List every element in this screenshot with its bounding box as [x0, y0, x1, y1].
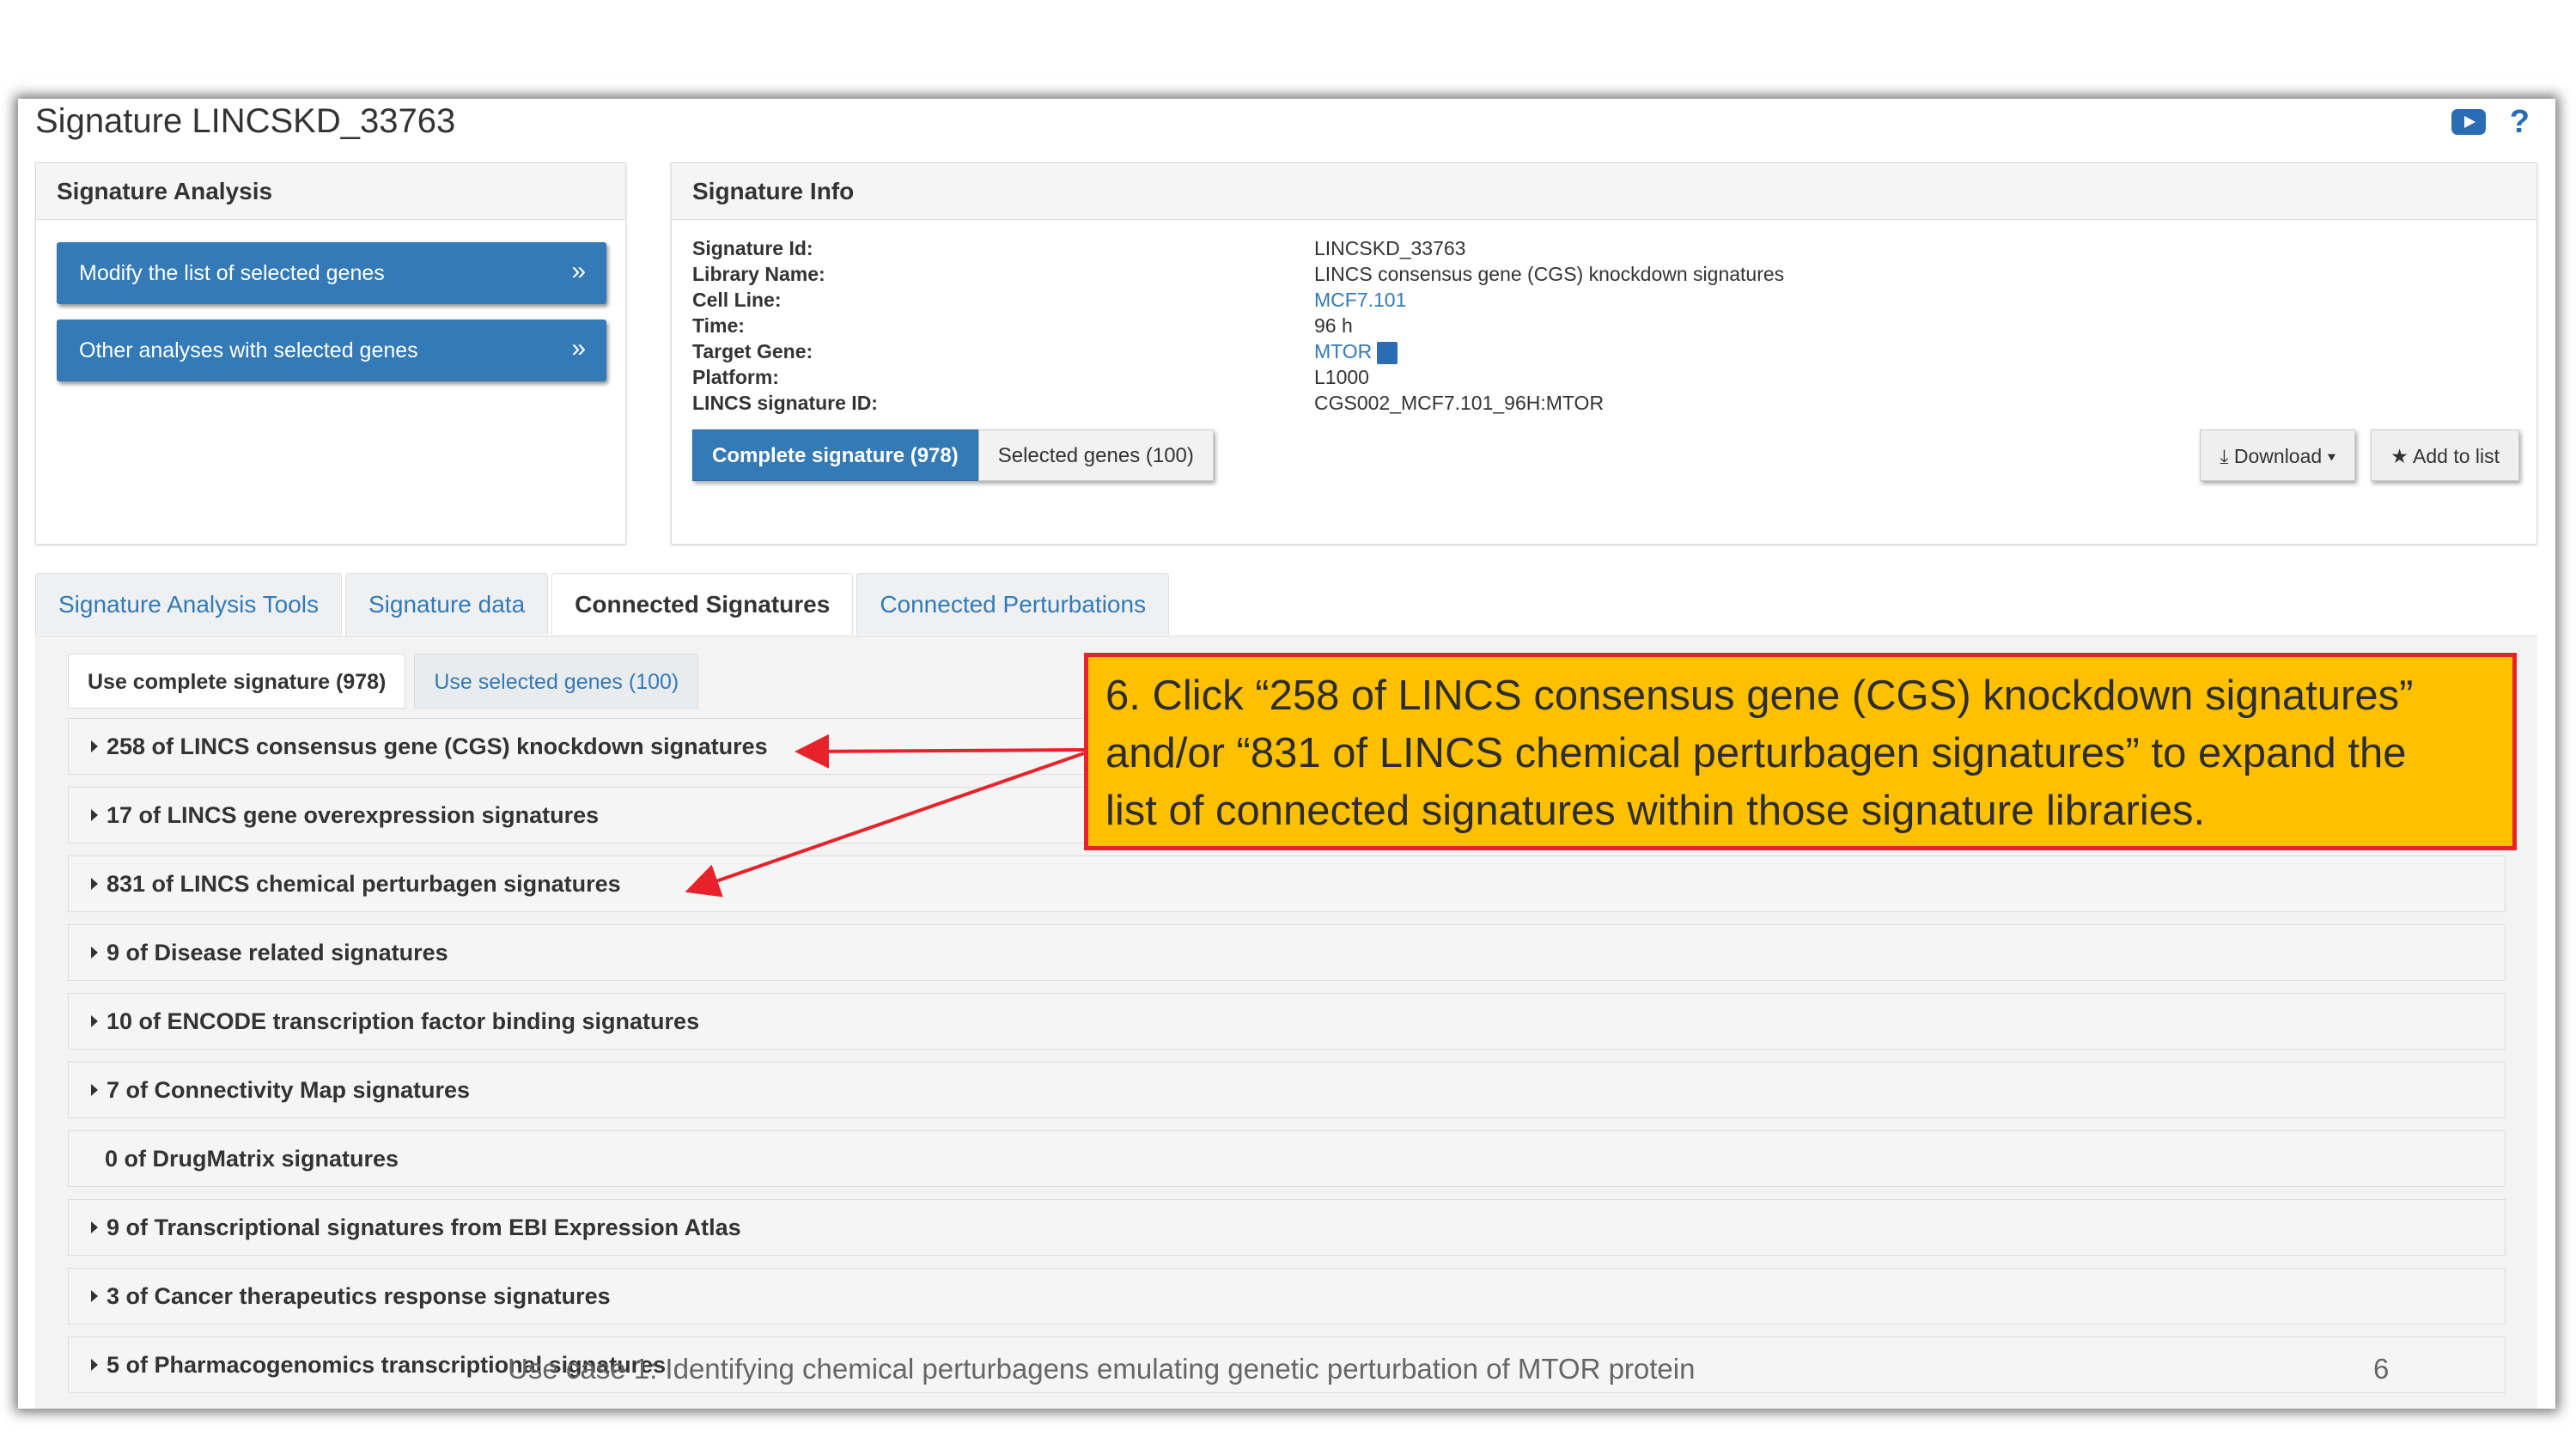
action-buttons: ⤓ Download ▾ ★ Add to list [2200, 429, 2519, 481]
cell-line-link[interactable]: MCF7.101 [1314, 287, 1406, 313]
callout-line: list of connected signatures within thos… [1105, 788, 2206, 834]
signature-analysis-panel: Signature Analysis Modify the list of se… [35, 162, 626, 545]
info-value: L1000 [1314, 366, 1369, 388]
info-row-library-name: Library Name: LINCS consensus gene (CGS)… [692, 261, 1784, 287]
info-row-signature-id: Signature Id: LINCSKD_33763 [692, 235, 1784, 261]
info-label: Target Gene: [692, 340, 813, 362]
info-row-cell-line: Cell Line: MCF7.101 [692, 287, 1784, 313]
info-label: Cell Line: [692, 289, 782, 311]
info-value: CGS002_MCF7.101_96H:MTOR [1314, 392, 1605, 414]
row-label: 9 of Transcriptional signatures from EBI… [107, 1215, 741, 1240]
signature-toggle: Complete signature (978) Selected genes … [692, 429, 1214, 481]
page-title: Signature LINCSKD_33763 [35, 102, 456, 140]
download-button[interactable]: ⤓ Download ▾ [2200, 429, 2356, 481]
info-label: Time: [692, 314, 745, 337]
row-label: 3 of Cancer therapeutics response signat… [107, 1283, 611, 1309]
tab-connected-perturbations[interactable]: Connected Perturbations [856, 573, 1170, 635]
add-to-list-label: Add to list [2413, 445, 2500, 467]
signature-info-heading: Signature Info [672, 163, 2536, 220]
target-gene-link[interactable]: MTOR [1314, 340, 1372, 362]
info-label: Platform: [692, 366, 779, 388]
slide-caption: Use case 1: Identifying chemical perturb… [508, 1353, 1696, 1385]
tab-signature-data[interactable]: Signature data [345, 573, 549, 635]
row-label: 7 of Connectivity Map signatures [107, 1077, 471, 1103]
signature-info-panel: Signature Info Signature Id: LINCSKD_337… [671, 162, 2537, 545]
complete-signature-toggle[interactable]: Complete signature (978) [692, 429, 978, 481]
callout-line: and/or “831 of LINCS chemical perturbage… [1105, 730, 2407, 776]
info-value-wrap: MTOR [1314, 338, 1398, 364]
row-label: 10 of ENCODE transcription factor bindin… [107, 1008, 700, 1034]
instruction-callout: 6. Click “258 of LINCS consensus gene (C… [1084, 653, 2517, 850]
download-label: Download [2233, 445, 2323, 467]
signature-library-row[interactable]: 10 of ENCODE transcription factor bindin… [68, 993, 2506, 1050]
button-label: Modify the list of selected genes [79, 261, 385, 285]
info-label: Signature Id: [692, 237, 813, 259]
sub-tabs: Use complete signature (978) Use selecte… [68, 654, 699, 709]
signature-library-row[interactable]: 9 of Disease related signatures [68, 924, 2506, 981]
signature-library-row[interactable]: 831 of LINCS chemical perturbagen signat… [68, 855, 2506, 912]
chevron-double-right-icon: » [571, 334, 586, 362]
info-value: LINCS consensus gene (CGS) knockdown sig… [1314, 263, 1785, 285]
signature-library-row[interactable]: 9 of Transcriptional signatures from EBI… [68, 1199, 2506, 1256]
download-icon: ⤓ [2220, 445, 2229, 467]
help-icon[interactable]: ? [2510, 106, 2530, 138]
row-label: 17 of LINCS gene overexpression signatur… [107, 802, 600, 828]
info-row-lincs-signature-id: LINCS signature ID: CGS002_MCF7.101_96H:… [692, 390, 1784, 416]
row-label: 258 of LINCS consensus gene (CGS) knockd… [107, 734, 768, 759]
row-label: 9 of Disease related signatures [107, 940, 448, 965]
caret-right-icon [91, 1290, 98, 1302]
selected-genes-toggle[interactable]: Selected genes (100) [977, 429, 1214, 481]
info-row-time: Time: 96 h [692, 313, 1784, 338]
add-to-list-button[interactable]: ★ Add to list [2371, 429, 2519, 481]
info-label: LINCS signature ID: [692, 392, 878, 414]
signature-info-grid: Signature Id: LINCSKD_33763 Library Name… [692, 235, 1784, 416]
info-value: 96 h [1314, 314, 1353, 337]
caret-right-icon [91, 947, 98, 959]
modify-selected-genes-button[interactable]: Modify the list of selected genes » [57, 242, 606, 304]
callout-line: 6. Click “258 of LINCS consensus gene (C… [1105, 673, 2414, 719]
star-icon: ★ [2390, 445, 2409, 467]
gene-card-icon[interactable] [1377, 341, 1398, 364]
caret-down-icon: ▾ [2327, 445, 2336, 467]
info-row-platform: Platform: L1000 [692, 364, 1784, 390]
other-analyses-button[interactable]: Other analyses with selected genes » [57, 320, 606, 381]
caret-right-icon [91, 1084, 98, 1096]
button-label: Other analyses with selected genes [79, 338, 418, 362]
tab-connected-signatures[interactable]: Connected Signatures [551, 573, 854, 635]
caret-right-icon [91, 809, 98, 821]
tab-use-complete-signature[interactable]: Use complete signature (978) [68, 654, 406, 709]
info-label: Library Name: [692, 263, 825, 285]
info-value: LINCSKD_33763 [1314, 237, 1466, 259]
chevron-double-right-icon: » [571, 257, 586, 285]
main-tabs: Signature Analysis Tools Signature data … [35, 573, 1170, 635]
top-icons: ? [2451, 106, 2530, 138]
youtube-icon[interactable] [2451, 109, 2486, 135]
caret-right-icon [91, 1015, 98, 1027]
signature-analysis-heading: Signature Analysis [36, 163, 625, 220]
caret-right-icon [91, 878, 98, 890]
caret-right-icon [91, 1359, 98, 1371]
slide-page-number: 6 [2373, 1353, 2390, 1385]
signature-library-row: 0 of DrugMatrix signatures [68, 1130, 2506, 1187]
caret-right-icon [91, 1221, 98, 1233]
tab-signature-analysis-tools[interactable]: Signature Analysis Tools [35, 573, 342, 635]
caret-right-icon [91, 740, 98, 752]
signature-library-row[interactable]: 3 of Cancer therapeutics response signat… [68, 1268, 2506, 1324]
row-label: 831 of LINCS chemical perturbagen signat… [107, 871, 621, 897]
info-row-target-gene: Target Gene: MTOR [692, 338, 1784, 364]
signature-library-row[interactable]: 7 of Connectivity Map signatures [68, 1062, 2506, 1118]
tab-use-selected-genes[interactable]: Use selected genes (100) [414, 654, 699, 709]
row-label: 0 of DrugMatrix signatures [105, 1146, 399, 1172]
